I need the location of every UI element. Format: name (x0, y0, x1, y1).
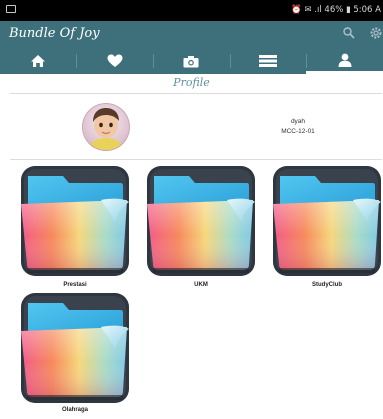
folder-tile[interactable]: StudyClub (271, 164, 383, 288)
notification-icon (6, 5, 16, 13)
folder-tile[interactable]: Olahraga (19, 291, 131, 415)
user-name: dyah (290, 118, 306, 125)
divider-top (10, 93, 382, 94)
folder-tile[interactable]: UKM (145, 164, 257, 288)
app-bar: Bundle Of Joy (0, 21, 383, 48)
tab-camera[interactable] (153, 48, 230, 74)
camera-icon (183, 55, 199, 67)
avatar[interactable] (82, 103, 130, 151)
folder-icon (21, 293, 129, 403)
tab-bar (0, 48, 383, 74)
list-icon (259, 55, 278, 67)
folder-icon (147, 166, 255, 276)
status-bar: ⏰ ✉ .ıl 46% ▮ 5:06 A (0, 0, 383, 21)
folder-tile[interactable]: Prestasi (19, 164, 131, 288)
tab-profile[interactable] (306, 48, 383, 74)
app-title: Bundle Of Joy (9, 26, 100, 41)
folder-icon (273, 166, 381, 276)
folder-icon (21, 166, 129, 276)
folder-label: UKM (194, 282, 208, 288)
user-icon (338, 53, 352, 67)
heart-icon (107, 54, 123, 67)
user-id: MCC-12-01 (281, 128, 315, 135)
tab-favorites[interactable] (77, 48, 154, 74)
tab-home[interactable] (0, 48, 77, 74)
settings-icon[interactable] (369, 26, 383, 40)
divider-bottom (10, 159, 382, 160)
folder-label: Prestasi (63, 282, 87, 288)
status-indicators: ⏰ ✉ .ıl 46% ▮ 5:06 A (291, 5, 381, 15)
folder-label: Olahraga (61, 407, 88, 413)
tab-list[interactable] (230, 48, 307, 74)
home-icon (31, 55, 46, 67)
search-icon[interactable] (342, 26, 356, 40)
page-title: Profile (173, 76, 210, 89)
folder-label: StudyClub (312, 282, 342, 288)
